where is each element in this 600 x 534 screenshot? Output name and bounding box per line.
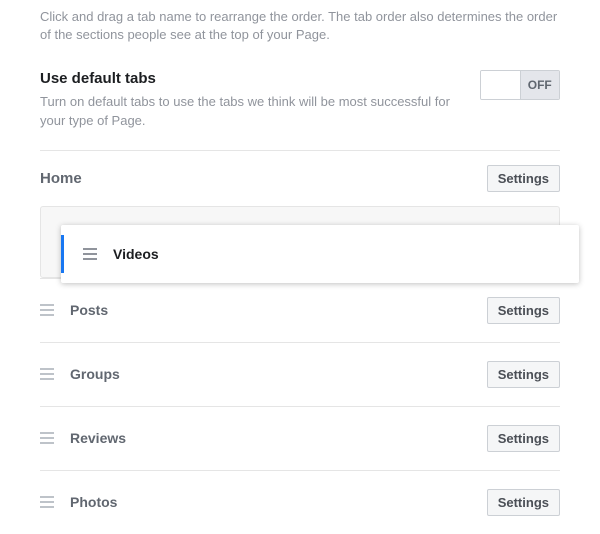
tab-list: Posts Settings Groups Settings Reviews S… bbox=[40, 278, 560, 534]
tab-settings-button[interactable]: Settings bbox=[487, 489, 560, 516]
default-tabs-toggle[interactable]: OFF bbox=[480, 70, 560, 100]
drag-handle-icon[interactable] bbox=[40, 304, 54, 316]
tab-label: Groups bbox=[70, 366, 120, 382]
drag-handle-icon[interactable] bbox=[40, 432, 54, 444]
tab-label: Posts bbox=[70, 302, 108, 318]
default-tabs-title: Use default tabs bbox=[40, 70, 460, 87]
drag-active-indicator bbox=[61, 235, 64, 273]
drag-handle-icon[interactable] bbox=[83, 248, 97, 260]
default-tabs-section: Use default tabs Turn on default tabs to… bbox=[40, 70, 560, 129]
default-tabs-desc: Turn on default tabs to use the tabs we … bbox=[40, 93, 460, 129]
drag-handle-icon[interactable] bbox=[40, 368, 54, 380]
tab-row-photos[interactable]: Photos Settings bbox=[40, 470, 560, 534]
tab-settings-button[interactable]: Settings bbox=[487, 297, 560, 324]
tab-row-groups[interactable]: Groups Settings bbox=[40, 342, 560, 406]
tab-row-reviews[interactable]: Reviews Settings bbox=[40, 406, 560, 470]
toggle-off-label: OFF bbox=[520, 71, 560, 99]
drag-handle-icon[interactable] bbox=[40, 496, 54, 508]
toggle-on-side bbox=[481, 71, 520, 99]
home-row: Home Settings bbox=[40, 151, 560, 206]
drag-placeholder-zone: Videos bbox=[40, 206, 560, 278]
tab-label-videos: Videos bbox=[113, 246, 159, 262]
tab-settings-button[interactable]: Settings bbox=[487, 425, 560, 452]
tab-label: Reviews bbox=[70, 430, 126, 446]
home-label: Home bbox=[40, 170, 82, 187]
home-settings-button[interactable]: Settings bbox=[487, 165, 560, 192]
tab-label: Photos bbox=[70, 494, 117, 510]
tab-row-posts[interactable]: Posts Settings bbox=[40, 278, 560, 342]
tab-settings-button[interactable]: Settings bbox=[487, 361, 560, 388]
intro-text: Click and drag a tab name to rearrange t… bbox=[40, 8, 560, 44]
dragging-tab-videos[interactable]: Videos bbox=[61, 225, 579, 283]
